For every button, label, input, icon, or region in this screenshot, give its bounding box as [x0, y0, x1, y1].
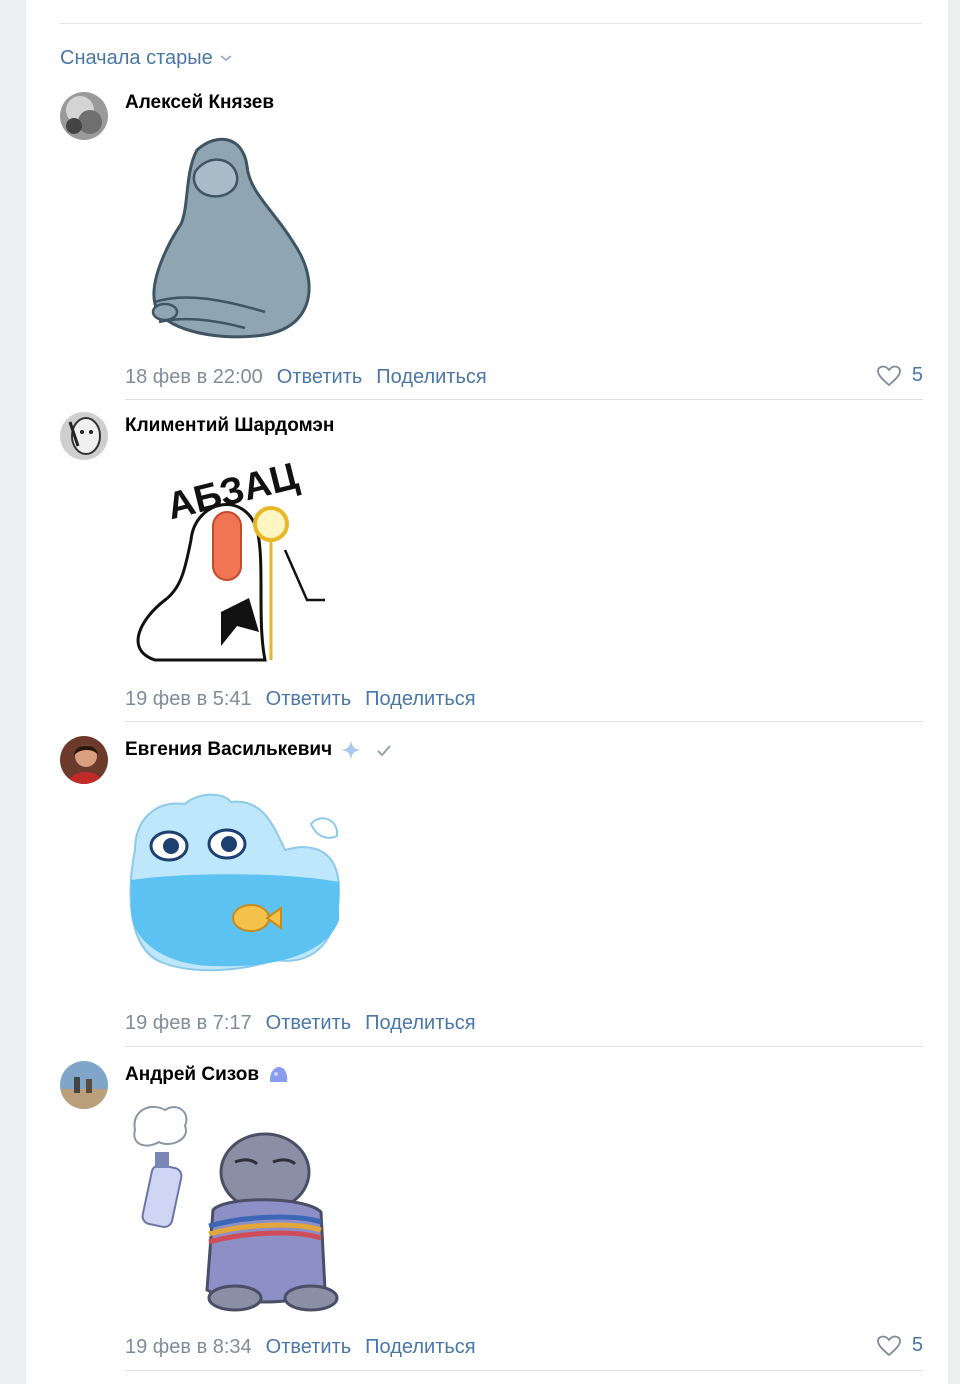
reply-button[interactable]: Ответить — [277, 366, 363, 389]
page-edge — [948, 0, 960, 1384]
sparkle-icon — [341, 740, 362, 760]
avatar[interactable] — [60, 412, 108, 460]
chevron-down-icon — [220, 55, 232, 62]
comment-date[interactable]: 19 фев в 5:41 — [125, 688, 252, 711]
like-count: 5 — [911, 364, 923, 386]
comment-meta: 19 фев в 5:41 Ответить Поделиться — [125, 688, 476, 711]
comment-meta: 19 фев в 7:17 Ответить Поделиться — [125, 1012, 476, 1035]
sticker-image[interactable]: АБЗАЦ — [125, 450, 335, 670]
share-button[interactable]: Поделиться — [365, 1012, 475, 1035]
heart-icon — [876, 365, 901, 386]
sticker-image[interactable] — [125, 132, 325, 342]
share-button[interactable]: Поделиться — [376, 366, 486, 389]
avatar[interactable] — [60, 92, 108, 140]
share-button[interactable]: Поделиться — [365, 688, 475, 711]
blob-badge-icon — [269, 1067, 288, 1082]
reply-button[interactable]: Ответить — [266, 1336, 352, 1359]
sort-dropdown[interactable]: Сначала старые — [60, 46, 233, 70]
verified-check-icon — [377, 745, 391, 757]
comment-meta: 19 фев в 8:34 Ответить Поделиться — [125, 1336, 476, 1359]
comment-date[interactable]: 19 фев в 8:34 — [125, 1336, 252, 1359]
sticker-image[interactable] — [125, 790, 345, 980]
comment-author[interactable]: Андрей Сизов — [125, 1064, 289, 1086]
comment-date[interactable]: 19 фев в 7:17 — [125, 1012, 252, 1035]
sticker-image[interactable] — [125, 1100, 345, 1316]
share-button[interactable]: Поделиться — [365, 1336, 475, 1359]
comment-author[interactable]: Климентий Шардомэн — [125, 415, 334, 437]
like-button[interactable]: 5 — [876, 1334, 923, 1357]
heart-icon — [876, 1335, 901, 1356]
reply-button[interactable]: Ответить — [266, 688, 352, 711]
comment-author[interactable]: Алексей Князев — [125, 92, 274, 114]
comment-author[interactable]: Евгения Василькевич — [125, 739, 396, 761]
comment-separator — [125, 1046, 923, 1047]
comment-separator — [125, 399, 923, 400]
avatar[interactable] — [60, 736, 108, 784]
reply-button[interactable]: Ответить — [266, 1012, 352, 1035]
comment-separator — [125, 721, 923, 722]
sort-label: Сначала старые — [60, 46, 213, 69]
comment-date[interactable]: 18 фев в 22:00 — [125, 366, 263, 389]
like-button[interactable]: 5 — [876, 364, 923, 387]
comment-meta: 18 фев в 22:00 Ответить Поделиться — [125, 366, 487, 389]
comment-separator — [125, 1370, 923, 1371]
like-count: 5 — [911, 1334, 923, 1356]
top-separator — [60, 23, 922, 24]
avatar[interactable] — [60, 1061, 108, 1109]
